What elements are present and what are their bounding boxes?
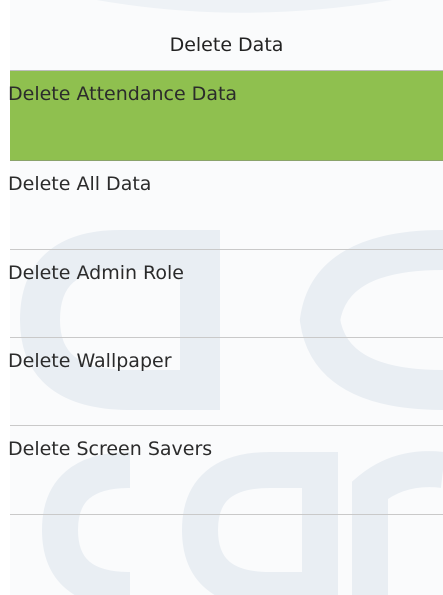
menu-item-label: Delete Screen Savers — [8, 438, 213, 460]
header: Delete Data — [0, 0, 443, 72]
menu-item-label: Delete All Data — [8, 173, 152, 195]
delete-data-menu: Delete Attendance Data Delete All Data D… — [8, 71, 443, 595]
menu-empty-row — [10, 515, 443, 595]
menu-item-delete-attendance-data[interactable]: Delete Attendance Data — [8, 71, 443, 161]
menu-item-label: Delete Admin Role — [8, 262, 185, 284]
menu-item-delete-admin-role[interactable]: Delete Admin Role — [8, 250, 443, 338]
menu-item-delete-all-data[interactable]: Delete All Data — [8, 161, 443, 250]
menu-item-label: Delete Attendance Data — [8, 83, 238, 105]
delete-data-screen: Delete Data Delete Attendance Data Delet… — [0, 0, 443, 595]
menu-item-delete-wallpaper[interactable]: Delete Wallpaper — [8, 338, 443, 426]
page-title: Delete Data — [169, 34, 284, 56]
menu-item-delete-screen-savers[interactable]: Delete Screen Savers — [8, 426, 443, 515]
menu-item-label: Delete Wallpaper — [8, 350, 172, 372]
